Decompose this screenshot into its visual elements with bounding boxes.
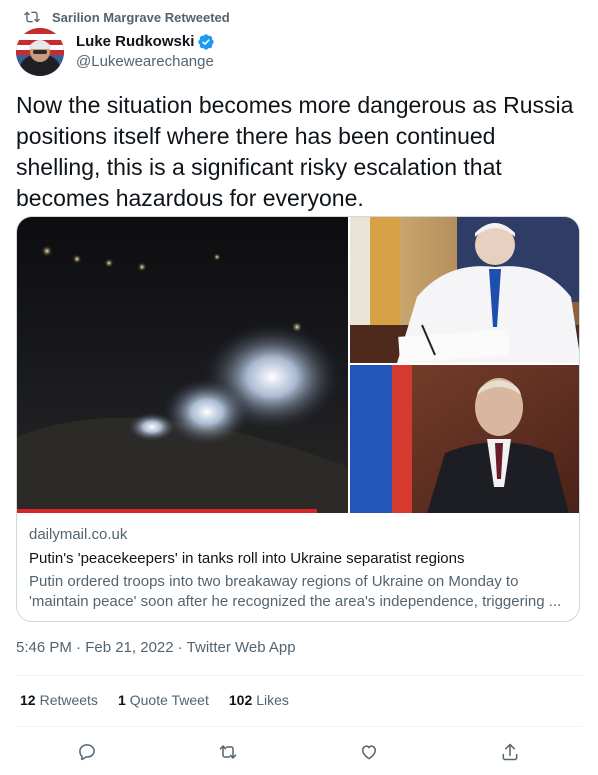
engagement-stats: 12 Retweets 1 Quote Tweet 102 Likes bbox=[20, 692, 289, 708]
reply-icon bbox=[79, 744, 95, 761]
likes-stat[interactable]: 102 Likes bbox=[229, 692, 289, 708]
retweets-count: 12 bbox=[20, 692, 36, 708]
avatar[interactable] bbox=[16, 28, 64, 76]
tweet-timestamp[interactable]: 5:46 PM · Feb 21, 2022 · Twitter Web App bbox=[16, 638, 296, 658]
author-handle[interactable]: @Lukewearechange bbox=[76, 52, 215, 72]
tweet-author: Luke Rudkowski @Lukewearechange bbox=[16, 28, 215, 76]
share-button[interactable] bbox=[494, 736, 526, 768]
retweets-label: Retweets bbox=[39, 692, 98, 708]
share-icon bbox=[502, 743, 518, 761]
card-description: Putin ordered troops into two breakaway … bbox=[29, 573, 562, 610]
likes-count: 102 bbox=[228, 692, 253, 708]
retweet-icon bbox=[219, 745, 237, 759]
retweet-icon bbox=[24, 11, 40, 23]
retweets-stat[interactable]: 12 Retweets bbox=[20, 692, 98, 708]
tweet-text: Now the situation becomes more dangerous… bbox=[16, 92, 574, 211]
likes-label: Likes bbox=[256, 692, 289, 708]
retweeted-by-header[interactable]: Sarilion Margrave Retweeted bbox=[24, 8, 230, 26]
reply-button[interactable] bbox=[71, 736, 103, 768]
card-image bbox=[17, 217, 579, 513]
author-display-name[interactable]: Luke Rudkowski bbox=[76, 32, 194, 52]
divider bbox=[16, 726, 582, 727]
like-button[interactable] bbox=[353, 736, 385, 768]
divider bbox=[16, 675, 582, 676]
verified-badge-icon bbox=[198, 34, 215, 50]
quotes-label: Quote Tweet bbox=[129, 692, 209, 708]
quotes-stat[interactable]: 1 Quote Tweet bbox=[118, 692, 209, 708]
quotes-count: 1 bbox=[117, 692, 126, 708]
card-title: Putin's 'peacekeepers' in tanks roll int… bbox=[29, 550, 465, 567]
action-bar bbox=[0, 736, 598, 768]
retweeted-by-text: Sarilion Margrave Retweeted bbox=[52, 9, 230, 25]
like-icon bbox=[362, 745, 376, 760]
retweet-button[interactable] bbox=[212, 736, 244, 768]
link-card[interactable]: dailymail.co.uk Putin's 'peacekeepers' i… bbox=[16, 216, 580, 622]
card-domain: dailymail.co.uk bbox=[29, 526, 128, 543]
